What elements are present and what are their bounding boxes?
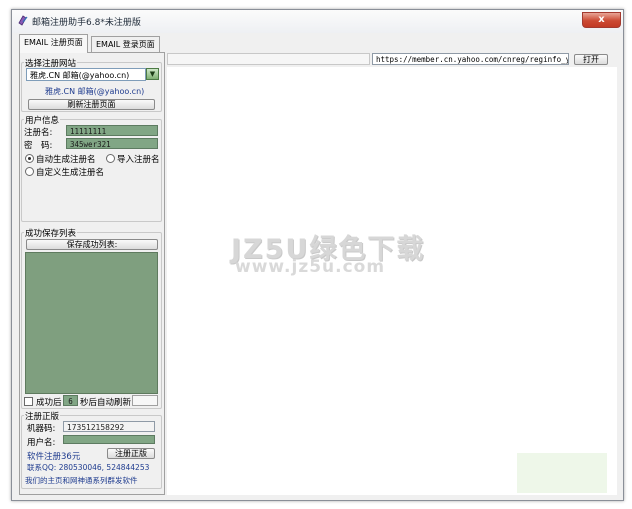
auto-refresh-suffix: 秒后自动刷新 [80,398,132,408]
success-list-legend: 成功保存列表 [24,227,78,239]
site-select-value: 雅虎.CN 邮箱(@yahoo.cn) [30,71,130,80]
password-input[interactable]: 345wer321 [66,138,158,149]
username-label: 注册名: [24,128,53,138]
close-button[interactable]: x [582,12,621,28]
license-username-label: 用户名: [27,438,56,448]
machine-code-label: 机器码: [27,424,56,434]
price-text: 软件注册36元 [27,452,81,462]
radio-import[interactable] [106,154,115,163]
site-select[interactable]: 雅虎.CN 邮箱(@yahoo.cn) [26,68,146,81]
auto-refresh-checkbox[interactable] [24,397,33,406]
site-select-dropdown[interactable]: ▼ [146,68,159,80]
address-strip [167,53,370,65]
contact-qq-text: 联系QQ: 280530046, 524844253 [27,463,150,472]
tab-email-register[interactable]: EMAIL 注册页面 [19,34,88,53]
tab-label: EMAIL 登录页面 [96,40,155,49]
homepage-link[interactable]: 我们的主页和网神通系列群发软件 [25,475,138,486]
username-input[interactable]: 11111111 [66,125,158,136]
auto-refresh-prefix: 成功后 [36,398,62,408]
radio-auto-generate[interactable] [25,154,34,163]
user-info-legend: 用户信息 [24,114,61,126]
license-legend: 注册正版 [24,410,61,422]
refresh-page-button[interactable]: 刷新注册页面 [28,99,155,110]
tab-label: EMAIL 注册页面 [24,38,83,47]
close-icon: x [598,14,605,25]
radio-custom-generate-label: 自定义生成注册名 [36,168,105,178]
radio-import-label: 导入注册名 [117,155,160,165]
corner-panel [517,453,607,493]
radio-auto-generate-label: 自动生成注册名 [36,155,96,165]
radio-custom-generate[interactable] [25,167,34,176]
register-license-button[interactable]: 注册正版 [107,448,155,459]
chevron-down-icon: ▼ [149,70,156,78]
machine-code-field: 173512158292 [63,421,155,432]
tab-email-login[interactable]: EMAIL 登录页面 [91,36,160,52]
window-title: 邮箱注册助手6.8*未注册版 [32,18,141,28]
watermark-url: www.jz5u.com [235,257,386,277]
auto-refresh-seconds-input[interactable]: 6 [63,395,78,406]
app-icon [17,14,29,26]
password-label: 密 码: [24,141,53,151]
browser-view[interactable] [167,67,617,495]
success-list-area[interactable] [25,252,158,394]
open-url-button[interactable]: 打开 [574,54,608,65]
current-site-label: 雅虎.CN 邮箱(@yahoo.cn) [45,87,145,96]
auto-refresh-status-box [132,395,158,406]
save-success-list-button[interactable]: 保存成功列表: [26,239,158,250]
url-input[interactable]: https://member.cn.yahoo.com/cnreg/reginf… [372,53,569,65]
license-username-input[interactable] [63,435,155,444]
